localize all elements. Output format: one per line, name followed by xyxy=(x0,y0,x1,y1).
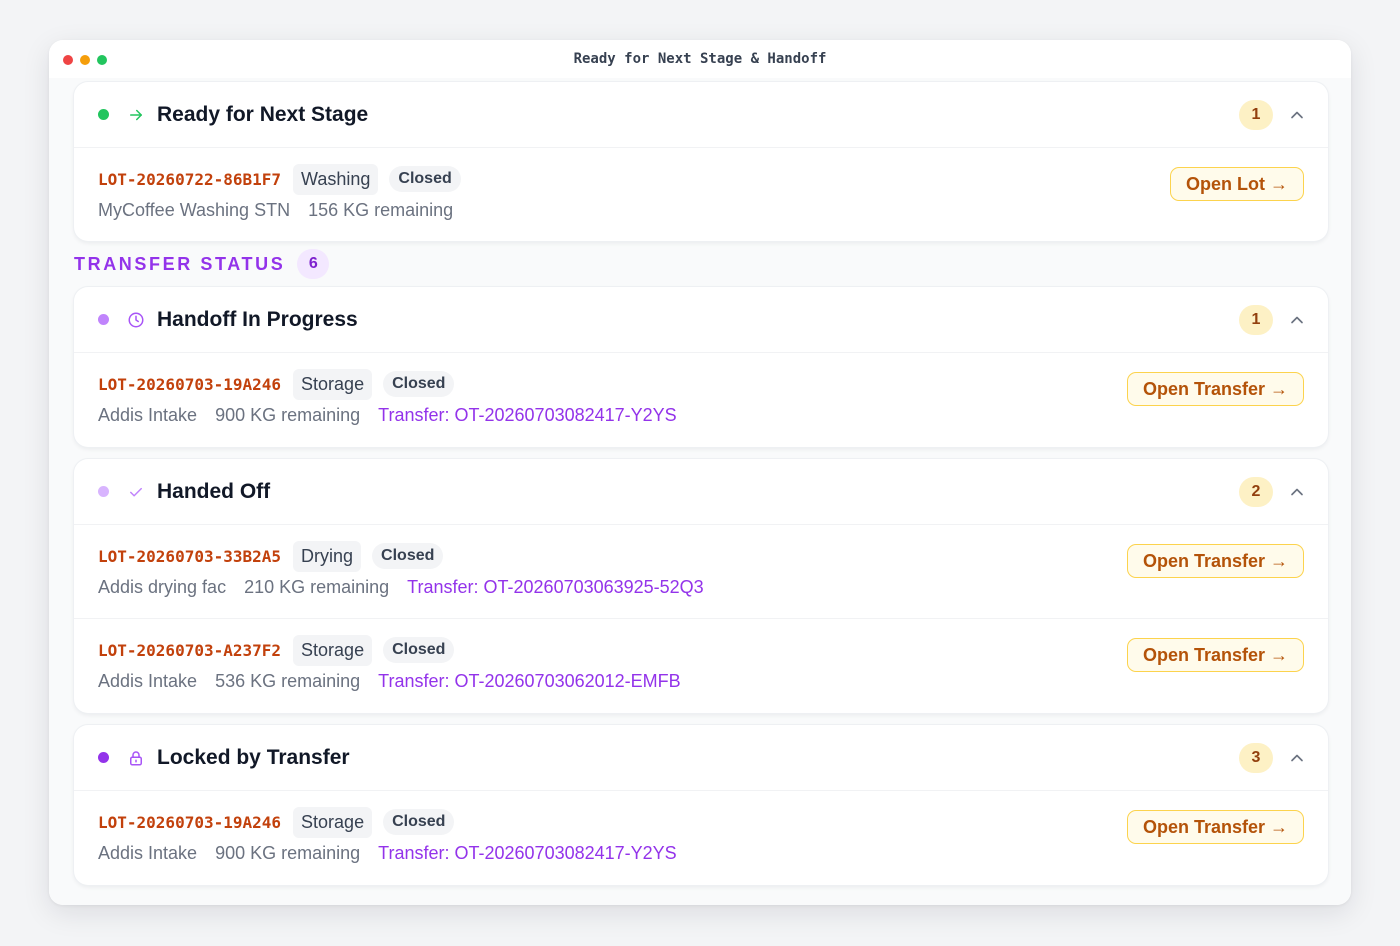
section-title: Handed Off xyxy=(157,479,271,503)
site-name: Addis Intake xyxy=(98,843,198,863)
lot-row: LOT-20260722-86B1F7 Washing Closed MyCof… xyxy=(74,148,1328,241)
lot-row: LOT-20260703-19A246 Storage Closed Addis… xyxy=(74,791,1328,885)
check-icon xyxy=(127,483,145,501)
handoff-in-progress-header[interactable]: Handoff In Progress 1 xyxy=(74,287,1328,353)
arrow-right-icon: → xyxy=(1270,644,1288,665)
site-name: Addis drying fac xyxy=(98,577,227,597)
lot-id[interactable]: LOT-20260703-19A246 xyxy=(98,375,281,394)
section-title: Locked by Transfer xyxy=(157,745,350,769)
lot-row: LOT-20260703-33B2A5 Drying Closed Addis … xyxy=(74,525,1328,619)
status-dot xyxy=(98,486,109,497)
open-transfer-button[interactable]: Open Transfer → xyxy=(1126,638,1304,672)
window-title: Ready for Next Stage & Handoff xyxy=(573,51,827,67)
handed-off-header[interactable]: Handed Off 2 xyxy=(74,459,1328,525)
handed-off-card: Handed Off 2 LOT-20260703-33B2A5 Drying … xyxy=(74,459,1328,713)
transfer-id-link[interactable]: Transfer: OT-20260703082417-Y2YS xyxy=(378,405,677,426)
site-name: Addis Intake xyxy=(98,405,198,425)
stage-badge: Storage xyxy=(293,368,373,400)
count-badge: 3 xyxy=(1239,742,1273,773)
arrow-right-icon: → xyxy=(1270,816,1288,837)
quantity-remaining: 900 KG remaining xyxy=(215,843,361,863)
section-label-text: TRANSFER STATUS xyxy=(74,253,286,274)
arrow-right-icon: → xyxy=(1270,378,1288,399)
status-badge: Closed xyxy=(383,809,455,835)
chevron-up-icon[interactable] xyxy=(1287,748,1307,768)
arrow-right-icon xyxy=(127,106,145,124)
lock-icon xyxy=(127,749,145,767)
stage-badge: Drying xyxy=(293,540,362,572)
site-name: Addis Intake xyxy=(98,671,198,691)
title-bar: Ready for Next Stage & Handoff xyxy=(49,40,1351,78)
chevron-up-icon[interactable] xyxy=(1287,105,1307,125)
stage-badge: Storage xyxy=(293,806,373,838)
open-transfer-button[interactable]: Open Transfer → xyxy=(1126,372,1304,406)
transfer-id-link[interactable]: Transfer: OT-20260703063925-52Q3 xyxy=(407,577,704,598)
arrow-right-icon: → xyxy=(1270,550,1288,571)
ready-next-stage-header[interactable]: Ready for Next Stage 1 xyxy=(74,82,1328,148)
button-label: Open Transfer xyxy=(1142,550,1265,571)
ready-next-stage-card: Ready for Next Stage 1 LOT-20260722-86B1… xyxy=(74,82,1328,241)
lot-row: LOT-20260703-19A246 Storage Closed Addis… xyxy=(74,353,1328,447)
open-transfer-button[interactable]: Open Transfer → xyxy=(1126,544,1304,578)
button-label: Open Transfer xyxy=(1142,378,1265,399)
locked-by-transfer-header[interactable]: Locked by Transfer 3 xyxy=(74,725,1328,791)
stage-badge: Storage xyxy=(293,634,373,666)
chevron-up-icon[interactable] xyxy=(1287,310,1307,330)
quantity-remaining: 536 KG remaining xyxy=(215,671,361,691)
quantity-remaining: 900 KG remaining xyxy=(215,405,361,425)
site-name: MyCoffee Washing STN xyxy=(98,200,291,220)
clock-icon xyxy=(127,311,145,329)
transfer-id-link[interactable]: Transfer: OT-20260703062012-EMFB xyxy=(378,671,681,692)
quantity-remaining: 156 KG remaining xyxy=(308,200,454,220)
main-content: Ready for Next Stage 1 LOT-20260722-86B1… xyxy=(49,78,1351,905)
status-dot xyxy=(98,109,109,120)
lot-id[interactable]: LOT-20260703-A237F2 xyxy=(98,641,281,660)
quantity-remaining: 210 KG remaining xyxy=(244,577,390,597)
button-label: Open Transfer xyxy=(1142,816,1265,837)
handoff-in-progress-card: Handoff In Progress 1 LOT-20260703-19A24… xyxy=(74,287,1328,447)
status-dot xyxy=(98,314,109,325)
open-transfer-button[interactable]: Open Transfer → xyxy=(1126,810,1304,844)
transfer-id-link[interactable]: Transfer: OT-20260703082417-Y2YS xyxy=(378,843,677,864)
section-title: Ready for Next Stage xyxy=(157,102,369,126)
lot-row: LOT-20260703-A237F2 Storage Closed Addis… xyxy=(74,619,1328,713)
count-badge: 2 xyxy=(1239,476,1273,507)
count-badge: 1 xyxy=(1239,304,1273,335)
locked-by-transfer-card: Locked by Transfer 3 LOT-20260703-19A246… xyxy=(74,725,1328,885)
transfer-status-label: TRANSFER STATUS 6 xyxy=(74,241,1328,287)
status-dot xyxy=(98,752,109,763)
section-title: Handoff In Progress xyxy=(157,307,358,331)
status-badge: Closed xyxy=(372,543,444,569)
status-badge: Closed xyxy=(383,371,455,397)
app-window: Ready for Next Stage & Handoff Ready for… xyxy=(49,40,1351,905)
arrow-right-icon: → xyxy=(1270,173,1288,194)
section-count-badge: 6 xyxy=(297,249,330,279)
button-label: Open Transfer xyxy=(1142,644,1265,665)
status-badge: Closed xyxy=(389,166,461,192)
lot-id[interactable]: LOT-20260722-86B1F7 xyxy=(98,170,281,189)
open-lot-button[interactable]: Open Lot → xyxy=(1170,167,1304,201)
status-badge: Closed xyxy=(383,637,455,663)
lot-id[interactable]: LOT-20260703-33B2A5 xyxy=(98,547,281,566)
chevron-up-icon[interactable] xyxy=(1287,482,1307,502)
count-badge: 1 xyxy=(1239,99,1273,130)
button-label: Open Lot xyxy=(1186,173,1265,194)
lot-id[interactable]: LOT-20260703-19A246 xyxy=(98,813,281,832)
stage-badge: Washing xyxy=(293,163,379,195)
